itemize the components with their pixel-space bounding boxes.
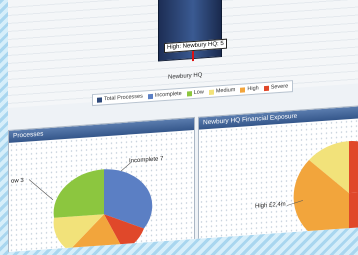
- legend-item-incomplete[interactable]: Incomplete: [147, 90, 182, 99]
- dashboard-screen: High: Newbury HQ: 5 Newbury HQ Total Pro…: [8, 0, 358, 253]
- processes-pie-chart: [28, 162, 153, 253]
- processes-panel: Processes Incomplete 7 ow 3: [8, 116, 195, 253]
- legend-item-total-processes[interactable]: Total Processes: [97, 94, 143, 103]
- pie-label-low: ow 3: [11, 177, 24, 185]
- legend-swatch: [147, 93, 153, 99]
- pie-slice-low[interactable]: [53, 169, 104, 218]
- legend-label: Medium: [215, 87, 236, 95]
- legend-item-high[interactable]: High: [240, 85, 259, 93]
- legend-label: Total Processes: [104, 93, 143, 103]
- leader-line: [28, 179, 54, 201]
- legend-item-low[interactable]: Low: [186, 89, 204, 97]
- legend-label: Low: [193, 89, 204, 97]
- legend-swatch: [240, 86, 246, 93]
- legend-swatch: [263, 85, 269, 91]
- legend-item-severe[interactable]: Severe: [263, 83, 289, 91]
- legend-swatch: [186, 90, 192, 97]
- financial-exposure-panel: Newbury HQ Financial Exposure High £2,4m: [198, 105, 358, 249]
- legend-swatch: [97, 96, 102, 103]
- legend-label: High: [247, 85, 259, 93]
- legend-item-medium[interactable]: Medium: [208, 87, 236, 95]
- tooltip-pointer: [192, 50, 194, 62]
- legend-label: Severe: [270, 83, 289, 91]
- pie-slice-severe[interactable]: [349, 140, 358, 194]
- legend-label: Incomplete: [154, 90, 182, 99]
- legend-swatch: [208, 89, 214, 95]
- financial-pie-chart: [286, 140, 358, 246]
